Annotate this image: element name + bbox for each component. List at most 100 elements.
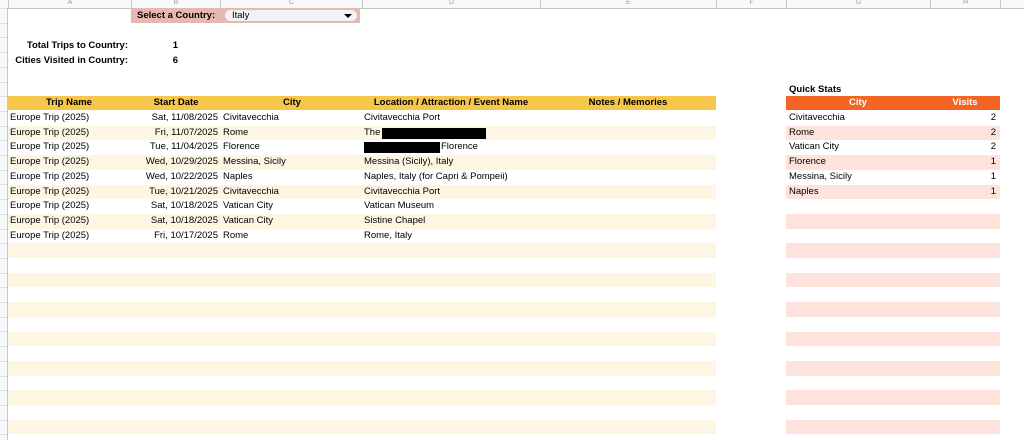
empty-table-row[interactable] <box>8 302 716 317</box>
cell-city[interactable]: Vatican City <box>223 199 363 214</box>
cell-start-date[interactable]: Wed, 10/22/2025 <box>130 170 218 185</box>
cell-location[interactable]: Civitavecchia Port <box>364 185 548 200</box>
empty-table-row[interactable] <box>8 360 716 376</box>
cell-city[interactable]: Civitavecchia <box>223 111 363 126</box>
empty-stats-row[interactable] <box>786 390 1000 405</box>
header-trip-name[interactable]: Trip Name <box>8 96 130 110</box>
empty-table-row[interactable] <box>8 346 716 361</box>
empty-table-row[interactable] <box>8 272 716 288</box>
table-row[interactable]: Europe Trip (2025) Sat, 10/18/2025 Vatican… <box>8 199 716 214</box>
header-location[interactable]: Location / Attraction / Event Name <box>362 96 540 110</box>
cell-trip-name[interactable]: Europe Trip (2025) <box>10 111 128 126</box>
empty-stats-row[interactable] <box>786 258 1000 273</box>
stats-row[interactable]: Naples 1 <box>786 184 1000 200</box>
cell-trip-name[interactable]: Europe Trip (2025) <box>10 155 128 170</box>
empty-stats-row[interactable] <box>786 405 1000 420</box>
empty-stats-row[interactable] <box>786 213 1000 229</box>
cell-city[interactable]: Rome <box>223 126 363 141</box>
cell-trip-name[interactable]: Europe Trip (2025) <box>10 170 128 185</box>
stats-cell-visits[interactable]: 2 <box>930 140 996 155</box>
column-header-cell[interactable]: G <box>786 0 930 8</box>
stats-cell-visits[interactable]: 2 <box>930 111 996 126</box>
empty-stats-row[interactable] <box>786 316 1000 332</box>
cell-location[interactable]: Rome, Italy <box>364 229 548 244</box>
table-row[interactable]: Europe Trip (2025) Sat, 10/18/2025 Vatican… <box>8 213 716 229</box>
empty-stats-row[interactable] <box>786 272 1000 288</box>
header-notes[interactable]: Notes / Memories <box>540 96 716 110</box>
cell-location[interactable]: Naples, Italy (for Capri & Pompeii) <box>364 170 548 185</box>
stats-cell-city[interactable]: Civitavecchia <box>789 111 929 126</box>
table-row[interactable]: Europe Trip (2025) Wed, 10/22/2025 Naples N… <box>8 169 716 185</box>
stats-cell-city[interactable]: Florence <box>789 155 929 170</box>
stats-cell-city[interactable]: Rome <box>789 126 929 141</box>
empty-stats-row[interactable] <box>786 375 1000 391</box>
empty-table-row[interactable] <box>8 390 716 405</box>
cell-trip-name[interactable]: Europe Trip (2025) <box>10 199 128 214</box>
empty-table-row[interactable] <box>8 331 716 347</box>
cell-location[interactable]: Civitavecchia Port <box>364 111 548 126</box>
stats-header-visits[interactable]: Visits <box>930 96 1000 110</box>
column-header-cell[interactable]: B <box>131 0 220 8</box>
column-header-cell[interactable]: D <box>362 0 540 8</box>
column-header-cell[interactable]: F <box>716 0 786 8</box>
empty-stats-row[interactable] <box>786 331 1000 347</box>
cell-start-date[interactable]: Sat, 11/08/2025 <box>130 111 218 126</box>
header-city[interactable]: City <box>222 96 362 110</box>
table-row[interactable]: Europe Trip (2025) Sat, 11/08/2025 Civitav… <box>8 111 716 126</box>
table-row[interactable]: Europe Trip (2025) Tue, 10/21/2025 Civitav… <box>8 184 716 200</box>
table-row[interactable]: Europe Trip (2025) Fri, 10/17/2025 Rome Rom… <box>8 228 716 244</box>
stats-row[interactable]: Florence 1 <box>786 155 1000 170</box>
cell-start-date[interactable]: Sat, 10/18/2025 <box>130 199 218 214</box>
empty-stats-row[interactable] <box>786 243 1000 258</box>
cell-city[interactable]: Rome <box>223 229 363 244</box>
stats-cell-visits[interactable]: 1 <box>930 155 996 170</box>
stats-cell-city[interactable]: Messina, Sicily <box>789 170 929 185</box>
header-start-date[interactable]: Start Date <box>130 96 222 110</box>
cell-trip-name[interactable]: Europe Trip (2025) <box>10 229 128 244</box>
empty-table-row[interactable] <box>8 316 716 332</box>
empty-table-row[interactable] <box>8 419 716 435</box>
empty-stats-row[interactable] <box>786 419 1000 435</box>
cell-location[interactable]: Vatican Museum <box>364 199 548 214</box>
cell-trip-name[interactable]: Europe Trip (2025) <box>10 126 128 141</box>
cell-start-date[interactable]: Fri, 10/17/2025 <box>130 229 218 244</box>
empty-stats-row[interactable] <box>786 346 1000 361</box>
dropdown-arrow-icon[interactable] <box>344 14 352 18</box>
stats-row[interactable]: Rome 2 <box>786 125 1000 141</box>
stats-cell-visits[interactable]: 2 <box>930 126 996 141</box>
cell-city[interactable]: Vatican City <box>223 214 363 229</box>
cell-trip-name[interactable]: Europe Trip (2025) <box>10 185 128 200</box>
cell-city[interactable]: Florence <box>223 140 363 155</box>
cell-trip-name[interactable]: Europe Trip (2025) <box>10 214 128 229</box>
cell-start-date[interactable]: Tue, 10/21/2025 <box>130 185 218 200</box>
empty-table-row[interactable] <box>8 243 716 258</box>
stats-cell-city[interactable]: Naples <box>789 185 929 200</box>
empty-table-row[interactable] <box>8 405 716 420</box>
empty-stats-row[interactable] <box>786 287 1000 303</box>
stats-header-city[interactable]: City <box>786 96 930 110</box>
column-header-cell[interactable]: E <box>540 0 716 8</box>
cell-start-date[interactable]: Wed, 10/29/2025 <box>130 155 218 170</box>
stats-cell-visits[interactable]: 1 <box>930 185 996 200</box>
column-header-cell[interactable]: C <box>220 0 362 8</box>
cell-city[interactable]: Civitavecchia <box>223 185 363 200</box>
cell-location[interactable]: Florence <box>441 140 625 155</box>
country-dropdown-value[interactable]: Italy <box>232 9 249 22</box>
cell-city[interactable]: Messina, Sicily <box>223 155 363 170</box>
empty-stats-row[interactable] <box>786 199 1000 214</box>
table-row[interactable]: Europe Trip (2025) Tue, 11/04/2025 Florenc… <box>8 140 716 156</box>
empty-stats-row[interactable] <box>786 302 1000 317</box>
stats-cell-city[interactable]: Vatican City <box>789 140 929 155</box>
stats-row[interactable]: Vatican City 2 <box>786 140 1000 156</box>
stats-row[interactable]: Messina, Sicily 1 <box>786 169 1000 185</box>
cell-location[interactable]: Sistine Chapel <box>364 214 548 229</box>
empty-table-row[interactable] <box>8 258 716 273</box>
stats-cell-visits[interactable]: 1 <box>930 170 996 185</box>
stats-row[interactable]: Civitavecchia 2 <box>786 111 1000 126</box>
empty-stats-row[interactable] <box>786 360 1000 376</box>
empty-table-row[interactable] <box>8 375 716 391</box>
cell-start-date[interactable]: Tue, 11/04/2025 <box>130 140 218 155</box>
cell-city[interactable]: Naples <box>223 170 363 185</box>
table-row[interactable]: Europe Trip (2025) Wed, 10/29/2025 Messina… <box>8 155 716 170</box>
empty-stats-row[interactable] <box>786 228 1000 244</box>
